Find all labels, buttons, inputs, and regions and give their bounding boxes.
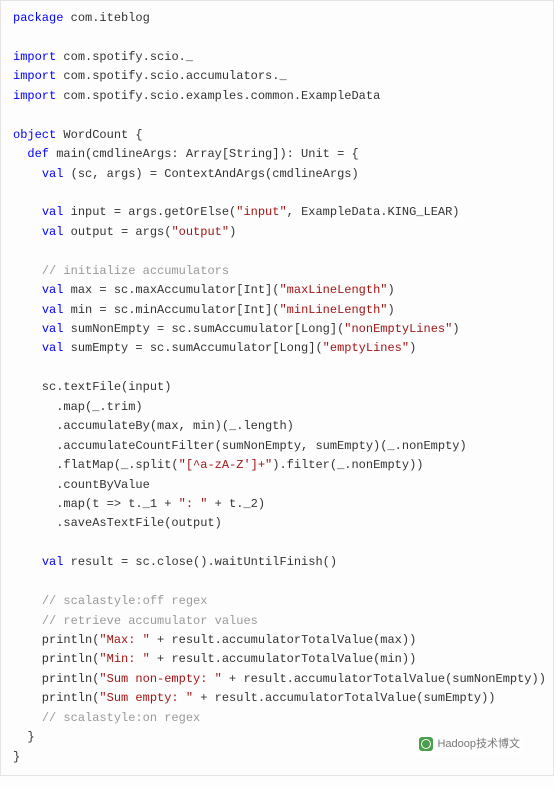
keyword-val: val	[42, 167, 64, 181]
indent	[13, 205, 42, 219]
comment: // retrieve accumulator values	[42, 614, 258, 628]
keyword-val: val	[42, 283, 64, 297]
code-text: .saveAsTextFile(output)	[13, 516, 222, 530]
code-text: result = sc.close().waitUntilFinish()	[63, 555, 337, 569]
code-text: + result.accumulatorTotalValue(sumNonEmp…	[222, 672, 546, 686]
code-text: max = sc.maxAccumulator[Int](	[63, 283, 279, 297]
code-text: println(	[13, 672, 99, 686]
indent	[13, 594, 42, 608]
keyword-val: val	[42, 205, 64, 219]
indent	[13, 283, 42, 297]
code-text: .map(_.trim)	[13, 400, 143, 414]
keyword-val: val	[42, 555, 64, 569]
code-text: + result.accumulatorTotalValue(max))	[150, 633, 416, 647]
string-literal: "Min: "	[99, 652, 149, 666]
code-text: }	[13, 750, 20, 764]
keyword-val: val	[42, 225, 64, 239]
code-text: + result.accumulatorTotalValue(min))	[150, 652, 416, 666]
keyword-object: object	[13, 128, 56, 142]
string-literal: "nonEmptyLines"	[344, 322, 452, 336]
string-literal: ": "	[179, 497, 208, 511]
code-text: input = args.getOrElse(	[63, 205, 236, 219]
code-text: )	[388, 283, 395, 297]
code-text: com.spotify.scio.examples.common.Example…	[56, 89, 380, 103]
comment: // initialize accumulators	[42, 264, 229, 278]
code-text: )	[388, 303, 395, 317]
keyword-val: val	[42, 322, 64, 336]
code-text: sc.textFile(input)	[13, 380, 171, 394]
keyword-val: val	[42, 341, 64, 355]
string-literal: "Sum non-empty: "	[99, 672, 221, 686]
code-text: )	[452, 322, 459, 336]
code-text: }	[13, 730, 35, 744]
code-text: println(	[13, 652, 99, 666]
code-text: )	[229, 225, 236, 239]
code-text: .accumulateBy(max, min)(_.length)	[13, 419, 294, 433]
string-literal: "maxLineLength"	[279, 283, 387, 297]
keyword-def: def	[27, 147, 49, 161]
indent	[13, 264, 42, 278]
indent	[13, 555, 42, 569]
keyword-val: val	[42, 303, 64, 317]
string-literal: "input"	[236, 205, 286, 219]
code-block: package com.iteblog import com.spotify.s…	[13, 9, 541, 767]
indent	[13, 711, 42, 725]
indent	[13, 341, 42, 355]
string-literal: "Max: "	[99, 633, 149, 647]
string-literal: "emptyLines"	[323, 341, 409, 355]
code-text: + result.accumulatorTotalValue(sumEmpty)…	[193, 691, 495, 705]
code-text: min = sc.minAccumulator[Int](	[63, 303, 279, 317]
indent	[13, 322, 42, 336]
code-text: sumEmpty = sc.sumAccumulator[Long](	[63, 341, 322, 355]
keyword-import: import	[13, 50, 56, 64]
watermark-text: Hadoop技术博文	[437, 738, 520, 750]
code-text: println(	[13, 691, 99, 705]
code-text: output = args(	[63, 225, 171, 239]
code-text: (sc, args) = ContextAndArgs(cmdlineArgs)	[63, 167, 358, 181]
string-literal: "[^a-zA-Z']+"	[179, 458, 273, 472]
indent	[13, 167, 42, 181]
keyword-package: package	[13, 11, 63, 25]
code-text: sumNonEmpty = sc.sumAccumulator[Long](	[63, 322, 344, 336]
code-text: .flatMap(_.split(	[13, 458, 179, 472]
keyword-import: import	[13, 89, 56, 103]
indent	[13, 147, 27, 161]
indent	[13, 225, 42, 239]
code-text: .map(t => t._1 +	[13, 497, 179, 511]
keyword-import: import	[13, 69, 56, 83]
code-text: main(cmdlineArgs: Array[String]): Unit =…	[49, 147, 359, 161]
code-text: println(	[13, 633, 99, 647]
code-text: WordCount {	[56, 128, 142, 142]
comment: // scalastyle:on regex	[42, 711, 200, 725]
code-text: com.spotify.scio._	[56, 50, 193, 64]
code-text: , ExampleData.KING_LEAR)	[287, 205, 460, 219]
code-text: .countByValue	[13, 478, 150, 492]
string-literal: "Sum empty: "	[99, 691, 193, 705]
watermark: Hadoop技术博文	[415, 734, 524, 756]
indent	[13, 614, 42, 628]
wechat-icon	[419, 737, 433, 751]
code-text: .accumulateCountFilter(sumNonEmpty, sumE…	[13, 439, 467, 453]
string-literal: "minLineLength"	[279, 303, 387, 317]
code-text: com.iteblog	[63, 11, 149, 25]
code-text: )	[409, 341, 416, 355]
code-text: + t._2)	[207, 497, 265, 511]
indent	[13, 303, 42, 317]
code-text: com.spotify.scio.accumulators._	[56, 69, 286, 83]
code-text: ).filter(_.nonEmpty))	[272, 458, 423, 472]
comment: // scalastyle:off regex	[42, 594, 208, 608]
string-literal: "output"	[171, 225, 229, 239]
